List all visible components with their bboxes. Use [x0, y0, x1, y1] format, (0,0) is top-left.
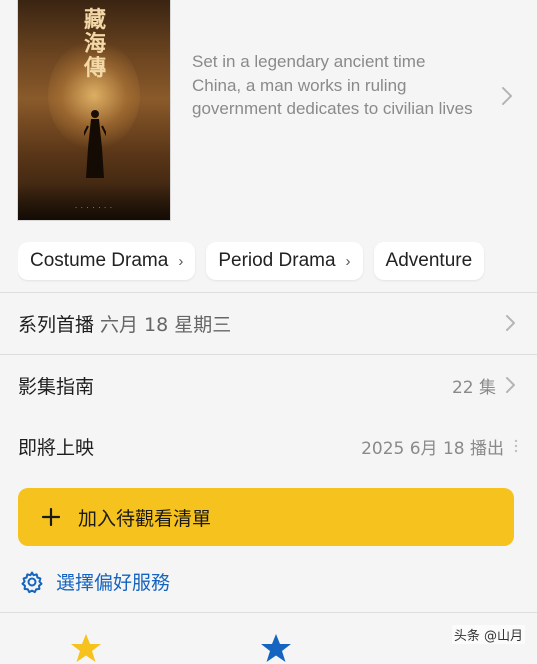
genre-chip-adventure[interactable]: Adventure: [373, 242, 485, 280]
chevron-right-icon[interactable]: [498, 84, 516, 108]
poster-floor: [18, 184, 170, 220]
premiere-right: [496, 312, 518, 334]
star-icon[interactable]: [70, 632, 102, 664]
divider: [0, 292, 537, 293]
chevron-right-icon: [506, 315, 515, 331]
preferred-services-label: 選擇偏好服務: [56, 572, 171, 594]
star-icon[interactable]: [260, 632, 292, 664]
upcoming-date: 2025 6月 18 播出: [361, 438, 504, 459]
divider: [0, 354, 537, 355]
upcoming-right: 2025 6月 18 播出: [361, 434, 518, 459]
synopsis-text: Set in a legendary ancient time China, a…: [192, 52, 473, 118]
genre-chip-row: Costume Drama › Period Drama › Adventure: [18, 242, 537, 282]
poster-title: 藏海傳: [83, 7, 106, 81]
episode-guide-row[interactable]: 影集指南 22 集: [18, 365, 518, 405]
add-to-watchlist-button[interactable]: 加入待觀看清單: [18, 488, 514, 546]
episode-guide-label: 影集指南: [18, 375, 95, 398]
show-poster[interactable]: 藏海傳 · · · · · · ·: [18, 0, 170, 220]
plus-icon: [42, 508, 60, 526]
premiere-date: 六月 18 星期三: [100, 313, 232, 336]
episode-count: 22 集: [451, 377, 496, 398]
preferred-services-link[interactable]: 選擇偏好服務: [20, 568, 170, 595]
episode-guide-right: 22 集: [452, 373, 518, 398]
gear-icon: [21, 571, 43, 593]
divider: [0, 612, 537, 613]
genre-chip-costume-drama[interactable]: Costume Drama ›: [18, 242, 196, 280]
upcoming-row: 即將上映 2025 6月 18 播出: [18, 426, 518, 466]
more-dots-icon[interactable]: [514, 438, 518, 454]
add-to-watchlist-label: 加入待觀看清單: [78, 507, 212, 530]
genre-chip-label: Costume Drama: [30, 250, 169, 271]
upcoming-label: 即將上映: [18, 436, 95, 459]
watermark: 头条 @山月: [451, 625, 525, 644]
premiere-label: 系列首播: [18, 313, 95, 336]
genre-chip-label: Adventure: [385, 250, 473, 271]
poster-figure: [84, 110, 106, 178]
chevron-right-icon: ›: [345, 252, 351, 270]
premiere-row[interactable]: 系列首播 六月 18 星期三: [18, 303, 518, 343]
premiere-info: 系列首播 六月 18 星期三: [18, 310, 231, 337]
chevron-right-icon: [506, 377, 515, 393]
chevron-right-icon: ›: [178, 252, 184, 270]
poster-credit: · · · · · · ·: [75, 205, 113, 212]
genre-chip-period-drama[interactable]: Period Drama ›: [206, 242, 363, 280]
genre-chip-label: Period Drama: [218, 250, 336, 271]
